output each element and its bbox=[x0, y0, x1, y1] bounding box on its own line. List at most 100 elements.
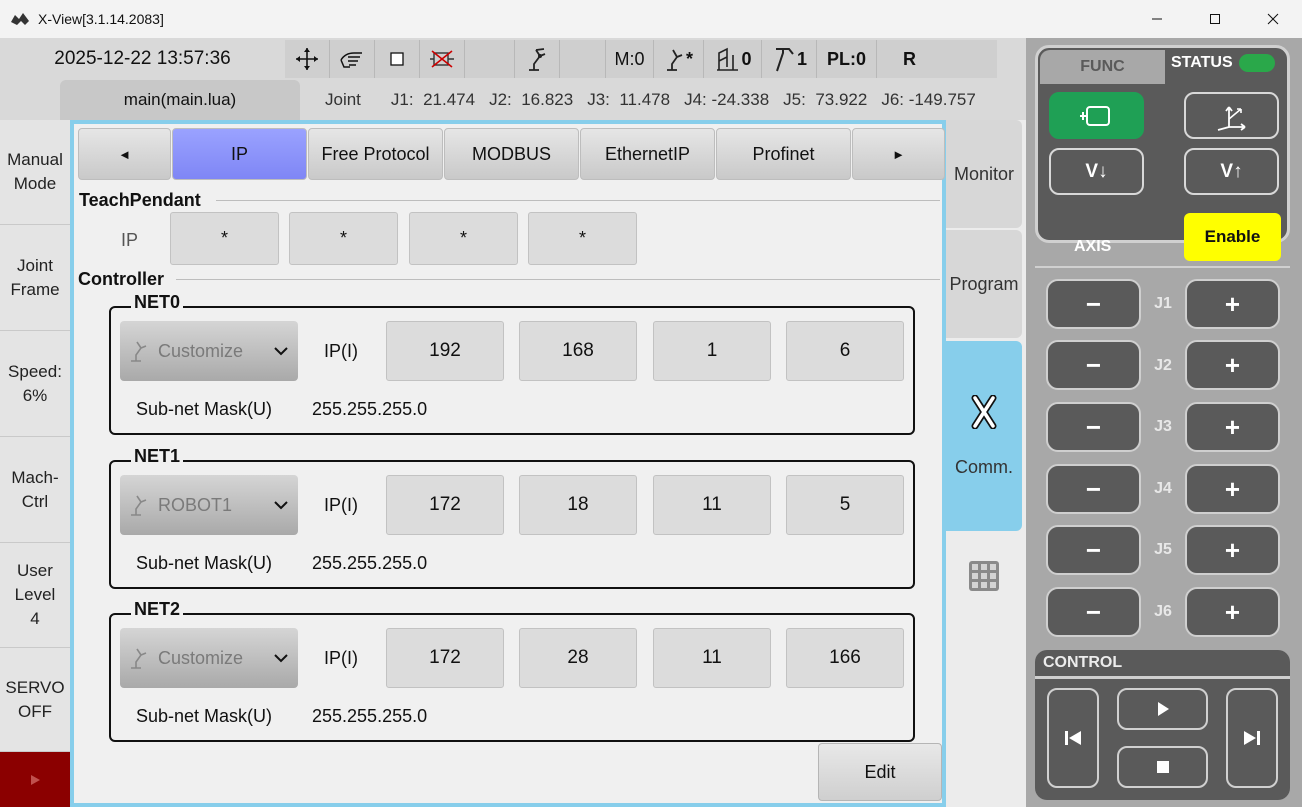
control-title: CONTROL bbox=[1043, 654, 1123, 671]
net2-group: NET2 Customize IP(I) 172 28 11 166 Sub-n… bbox=[109, 599, 915, 742]
sidebar-item-manual-mode[interactable]: Manual Mode bbox=[0, 120, 70, 225]
robot-arm-button[interactable] bbox=[515, 40, 560, 78]
maximize-icon bbox=[1210, 14, 1220, 24]
func-mode-button[interactable] bbox=[1049, 92, 1144, 139]
step-forward-button[interactable] bbox=[1226, 688, 1278, 788]
control-divider bbox=[1035, 676, 1290, 679]
j5-plus-button[interactable]: + bbox=[1185, 525, 1280, 575]
net2-ip-octet-4[interactable]: 166 bbox=[786, 628, 904, 688]
j6-plus-button[interactable]: + bbox=[1185, 587, 1280, 637]
close-button[interactable] bbox=[1244, 0, 1302, 38]
j6-minus-button[interactable]: − bbox=[1046, 587, 1141, 637]
net0-ip-octet-4[interactable]: 6 bbox=[786, 321, 904, 381]
tab-status[interactable]: STATUS bbox=[1165, 48, 1290, 78]
net2-ip-octet-3[interactable]: 11 bbox=[653, 628, 771, 688]
minimize-button[interactable] bbox=[1128, 0, 1186, 38]
net0-ip-octet-3[interactable]: 1 bbox=[653, 321, 771, 381]
j2-minus-button[interactable]: − bbox=[1046, 340, 1141, 390]
crosshair-button[interactable] bbox=[285, 40, 330, 78]
nav-comm[interactable]: Comm. bbox=[946, 341, 1022, 531]
robot-star-label: * bbox=[685, 48, 693, 69]
net2-ip-octet-2[interactable]: 28 bbox=[519, 628, 637, 688]
j3-minus-button[interactable]: − bbox=[1046, 402, 1141, 452]
nav-monitor[interactable]: Monitor bbox=[946, 120, 1022, 228]
nav-program[interactable]: Program bbox=[946, 230, 1022, 338]
chevron-down-icon bbox=[274, 500, 288, 510]
sidebar-item-user-level[interactable]: User Level 4 bbox=[0, 543, 70, 648]
tab-ip[interactable]: IP bbox=[172, 128, 307, 180]
robot-icon bbox=[128, 339, 150, 363]
net1-ip-octet-1[interactable]: 172 bbox=[386, 475, 504, 535]
status-label: STATUS bbox=[1171, 54, 1233, 71]
net1-group: NET1 ROBOT1 IP(I) 172 18 11 5 Sub-net Ma… bbox=[109, 446, 915, 589]
net1-ip-octet-4[interactable]: 5 bbox=[786, 475, 904, 535]
run-button[interactable] bbox=[0, 752, 70, 807]
crosshair-icon bbox=[296, 48, 318, 70]
tool-indicator: 1 bbox=[762, 40, 817, 78]
net2-label: NET2 bbox=[131, 599, 184, 620]
j2-plus-button[interactable]: + bbox=[1185, 340, 1280, 390]
net0-group: NET0 Customize IP(I) 192 168 1 6 Sub-net… bbox=[109, 292, 915, 435]
keypad-button[interactable] bbox=[968, 560, 1000, 597]
j1-minus-button[interactable]: − bbox=[1046, 279, 1141, 329]
stop-button[interactable] bbox=[1117, 746, 1208, 788]
net1-ip-octet-3[interactable]: 11 bbox=[653, 475, 771, 535]
coord-axis-button[interactable] bbox=[1184, 92, 1279, 139]
sidebar-item-speed[interactable]: Speed: 6% bbox=[0, 331, 70, 437]
j3-plus-button[interactable]: + bbox=[1185, 402, 1280, 452]
blank-cell-2 bbox=[560, 40, 606, 78]
hand-teach-button[interactable] bbox=[330, 40, 375, 78]
controller-title: Controller bbox=[78, 269, 165, 289]
enable-button[interactable]: Enable bbox=[1184, 213, 1281, 261]
grid-icon bbox=[969, 561, 999, 591]
edit-button[interactable]: Edit bbox=[818, 743, 942, 801]
net0-ip-label: IP(I) bbox=[324, 341, 358, 361]
teachpendant-ip-octet-4[interactable]: * bbox=[528, 212, 637, 265]
script-tab[interactable]: main(main.lua) bbox=[60, 80, 300, 120]
teachpendant-ip-octet-3[interactable]: * bbox=[409, 212, 518, 265]
stop-square-button[interactable] bbox=[375, 40, 420, 78]
tab-ethernetip[interactable]: EthernetIP bbox=[580, 128, 715, 180]
net2-mask-value[interactable]: 255.255.255.0 bbox=[312, 706, 427, 727]
tab-modbus[interactable]: MODBUS bbox=[444, 128, 579, 180]
maximize-button[interactable] bbox=[1186, 0, 1244, 38]
tab-prev-button[interactable]: ◄ bbox=[78, 128, 171, 180]
net1-mode-select[interactable]: ROBOT1 bbox=[120, 475, 298, 535]
net2-ip-octet-1[interactable]: 172 bbox=[386, 628, 504, 688]
window-title: X-View[3.1.14.2083] bbox=[38, 11, 164, 27]
step-back-button[interactable] bbox=[1047, 688, 1099, 788]
net0-mask-value[interactable]: 255.255.255.0 bbox=[312, 399, 427, 420]
sidebar-item-mach-ctrl[interactable]: Mach- Ctrl bbox=[0, 437, 70, 543]
blank-cell bbox=[465, 40, 515, 78]
play-button[interactable] bbox=[1117, 688, 1208, 730]
net0-mode-select[interactable]: Customize bbox=[120, 321, 298, 381]
motor-button[interactable] bbox=[420, 40, 465, 78]
velocity-up-button[interactable]: V↑ bbox=[1184, 148, 1279, 195]
tab-profinet[interactable]: Profinet bbox=[716, 128, 851, 180]
net2-ip-label: IP(I) bbox=[324, 648, 358, 668]
comm-panel: ◄ IP Free Protocol MODBUS EthernetIP Pro… bbox=[70, 120, 946, 807]
j1-plus-button[interactable]: + bbox=[1185, 279, 1280, 329]
sidebar-item-joint-frame[interactable]: Joint Frame bbox=[0, 225, 70, 331]
net1-ip-octet-2[interactable]: 18 bbox=[519, 475, 637, 535]
net2-mode-select[interactable]: Customize bbox=[120, 628, 298, 688]
teachpendant-ip-octet-2[interactable]: * bbox=[289, 212, 398, 265]
chevron-down-icon bbox=[274, 653, 288, 663]
m-indicator: M:0 bbox=[606, 40, 654, 78]
velocity-down-button[interactable]: V↓ bbox=[1049, 148, 1144, 195]
robot-icon bbox=[128, 493, 150, 517]
net1-mask-value[interactable]: 255.255.255.0 bbox=[312, 553, 427, 574]
teachpendant-ip-octet-1[interactable]: * bbox=[170, 212, 279, 265]
j4-plus-button[interactable]: + bbox=[1185, 464, 1280, 514]
tab-next-button[interactable]: ► bbox=[852, 128, 945, 180]
net0-ip-octet-1[interactable]: 192 bbox=[386, 321, 504, 381]
tab-func[interactable]: FUNC bbox=[1040, 50, 1165, 84]
j5-minus-button[interactable]: − bbox=[1046, 525, 1141, 575]
nav-comm-label: Comm. bbox=[955, 456, 1013, 477]
axis-label: AXIS bbox=[1074, 238, 1112, 255]
net0-ip-octet-2[interactable]: 168 bbox=[519, 321, 637, 381]
tab-free-protocol[interactable]: Free Protocol bbox=[308, 128, 443, 180]
sidebar-item-servo[interactable]: SERVO OFF bbox=[0, 648, 70, 752]
status-toolbar: M:0 * 0 1 PL:0 R bbox=[285, 40, 997, 78]
j4-minus-button[interactable]: − bbox=[1046, 464, 1141, 514]
